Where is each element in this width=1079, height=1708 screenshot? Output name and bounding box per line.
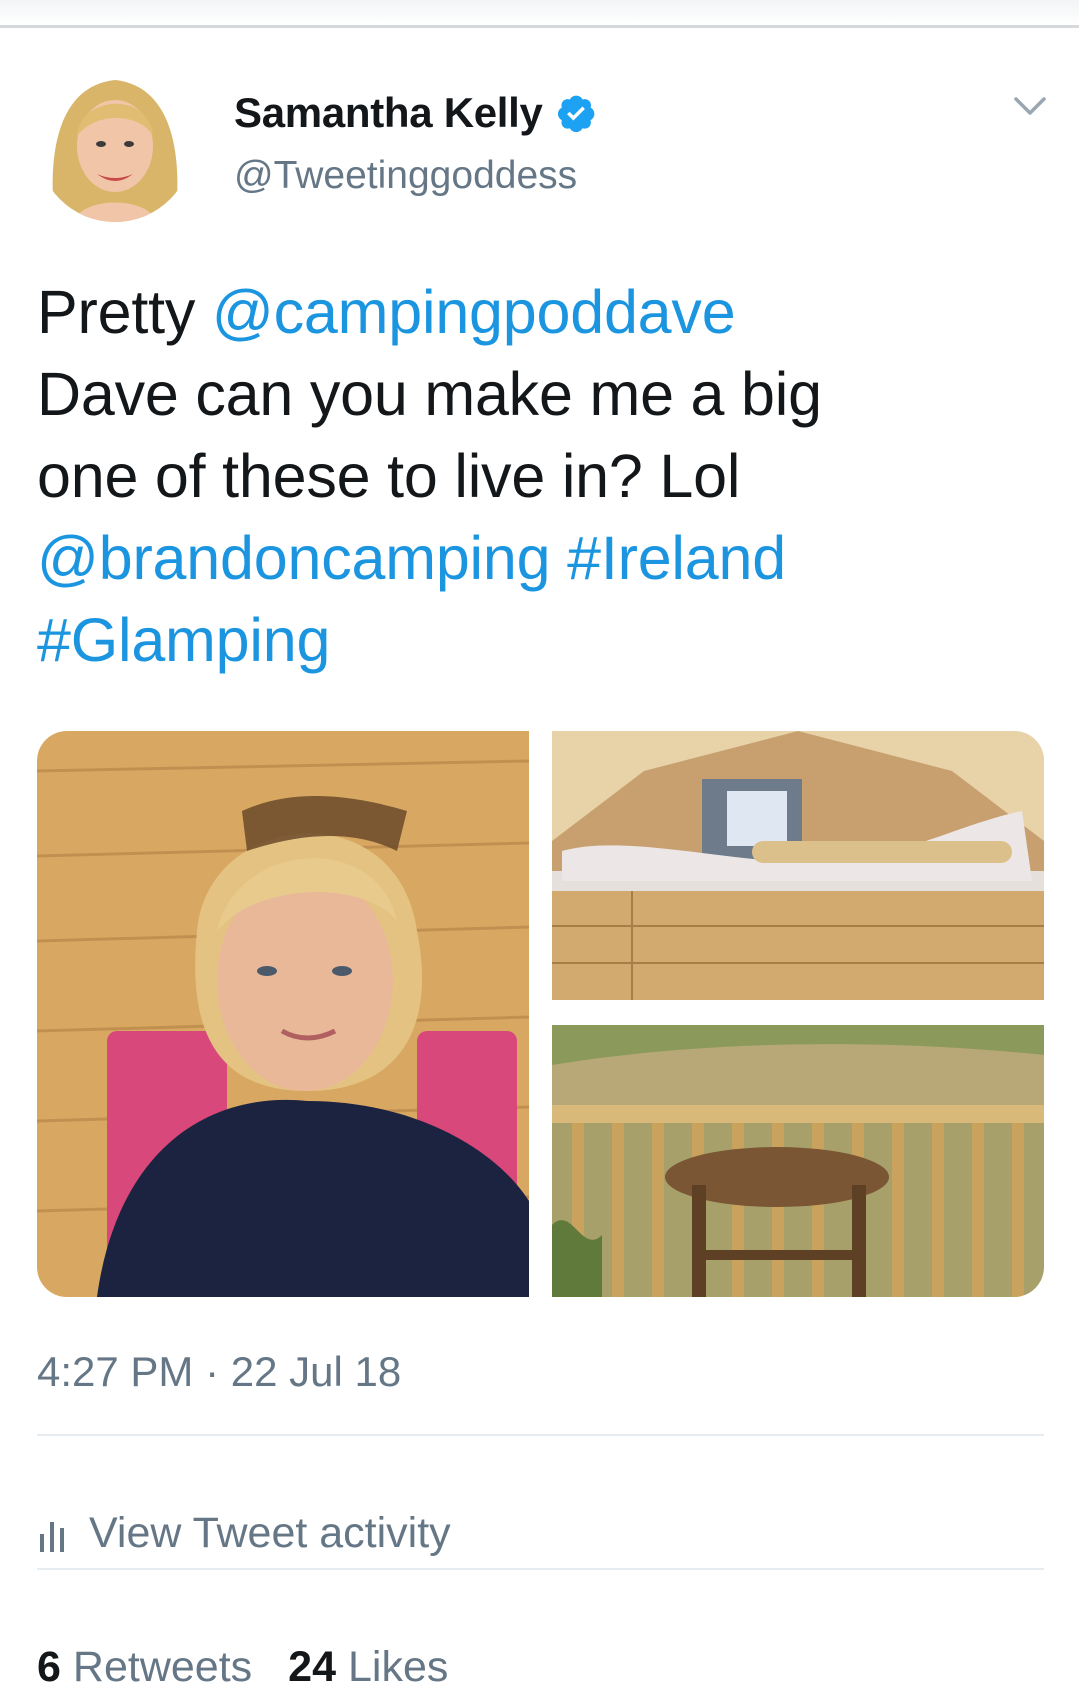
media-grid [37, 731, 1044, 1297]
photo-selfie[interactable] [37, 731, 529, 1297]
verified-badge-icon [555, 92, 597, 134]
avatar[interactable] [37, 66, 193, 222]
photo-deck-view[interactable] [552, 1025, 1044, 1297]
tweet-text-segment: one of these to live in? Lol [37, 442, 741, 510]
tweet-date: 22 Jul 18 [230, 1348, 402, 1395]
view-tweet-activity-link[interactable]: View Tweet activity [37, 1509, 451, 1558]
top-divider [0, 0, 1079, 28]
divider [37, 1434, 1044, 1436]
divider [37, 1568, 1044, 1570]
likes-label: Likes [348, 1643, 449, 1691]
retweets-label: Retweets [72, 1643, 253, 1691]
tweet-text-segment: Pretty [37, 278, 212, 346]
mention-link[interactable]: @campingpoddave [212, 278, 736, 346]
retweets-count: 6 [37, 1643, 61, 1691]
likes-count: 24 [288, 1643, 337, 1691]
tweet-text-segment: Dave can you make me a big [37, 360, 822, 428]
tweet-text: Pretty @campingpoddave Dave can you make … [37, 271, 1037, 681]
author-handle[interactable]: @Tweetinggoddess [234, 154, 577, 198]
tweet-detail: Samantha Kelly @Tweetinggoddess Pretty @… [0, 31, 1079, 1708]
likes-stat[interactable]: 24 Likes [288, 1643, 448, 1692]
bar-chart-icon [37, 1516, 67, 1552]
mention-link[interactable]: @brandoncamping [37, 524, 551, 592]
photo-pod-interior[interactable] [552, 731, 1044, 1000]
author-name-row[interactable]: Samantha Kelly [234, 89, 597, 137]
hashtag-link[interactable]: #Glamping [37, 606, 330, 674]
tweet-text-segment [550, 524, 567, 592]
tweet-time: 4:27 PM [37, 1348, 194, 1395]
timestamp-separator: · [205, 1348, 220, 1395]
chevron-down-icon[interactable] [1010, 91, 1050, 121]
hashtag-link[interactable]: #Ireland [567, 524, 786, 592]
tweet-stats: 6 Retweets 24 Likes [37, 1643, 448, 1692]
tweet-timestamp[interactable]: 4:27 PM · 22 Jul 18 [37, 1348, 401, 1396]
view-tweet-activity-label: View Tweet activity [89, 1509, 451, 1557]
retweets-stat[interactable]: 6 Retweets [37, 1643, 252, 1692]
author-name[interactable]: Samantha Kelly [234, 89, 543, 137]
